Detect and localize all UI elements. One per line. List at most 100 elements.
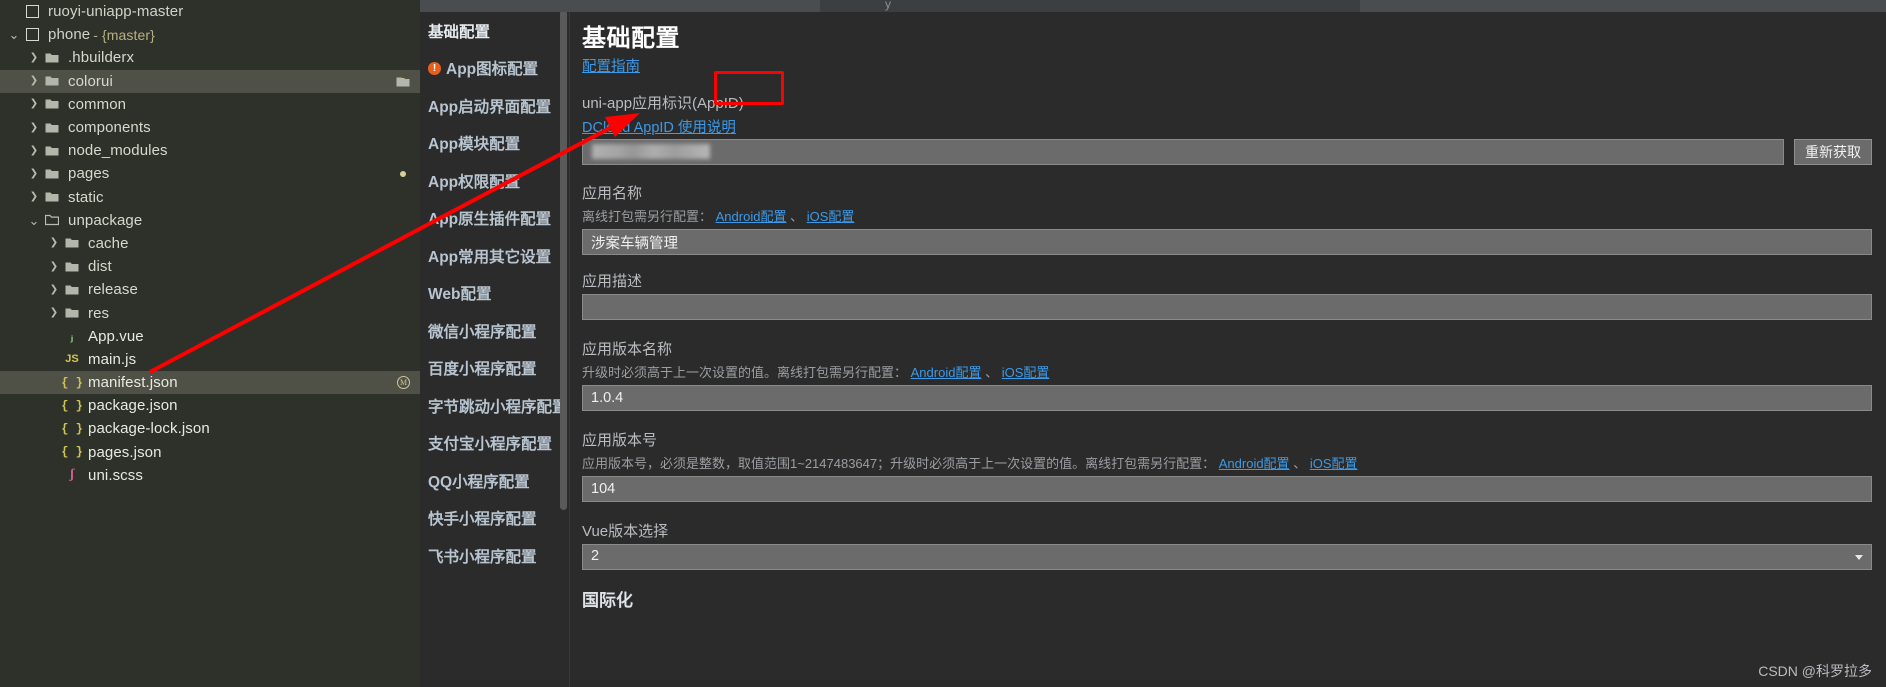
chevron-right-icon[interactable]: ❯ bbox=[26, 76, 42, 86]
tree-item-label: main.js bbox=[88, 350, 137, 368]
folder-icon bbox=[42, 168, 62, 180]
nav-item-label: App启动界面配置 bbox=[428, 98, 552, 116]
version-name-link-separator: 、 bbox=[985, 365, 999, 380]
reveal-folder-icon[interactable] bbox=[396, 75, 410, 92]
version-name-ios-link[interactable]: iOS配置 bbox=[1002, 365, 1050, 380]
config-guide-link[interactable]: 配置指南 bbox=[582, 59, 640, 75]
tree-item-label: pages.json bbox=[88, 443, 162, 461]
tree-row[interactable]: { } package.json bbox=[0, 394, 420, 417]
refetch-appid-button[interactable]: 重新获取 bbox=[1794, 139, 1872, 165]
tree-row[interactable]: ❯ colorui bbox=[0, 69, 420, 93]
tree-row[interactable]: ❯ .hbuilderx bbox=[0, 46, 420, 69]
tree-item-label: uni.scss bbox=[88, 466, 143, 484]
hbuilderx-window: ruoyi-uniapp-master ⌄ phone - {master} ❯ .hb… bbox=[0, 0, 1886, 687]
app-desc-input[interactable] bbox=[582, 294, 1872, 320]
chevron-right-icon[interactable]: ❯ bbox=[46, 238, 62, 248]
tree-row[interactable]: ❯ pages bbox=[0, 162, 420, 185]
nav-item-label: App权限配置 bbox=[428, 173, 521, 191]
modified-dot-indicator bbox=[400, 170, 406, 177]
chevron-right-icon[interactable]: ❯ bbox=[46, 308, 62, 318]
nav-scrollbar[interactable] bbox=[560, 10, 567, 510]
manifest-config-nav-panel: 基础配置 ! App图标配置 App启动界面配置 App模块配置 App权限配置 App原生… bbox=[420, 0, 570, 687]
chevron-right-icon[interactable]: ❯ bbox=[26, 99, 42, 109]
chevron-down-icon[interactable]: ⌄ bbox=[6, 28, 22, 41]
nav-item-6[interactable]: App常用其它设置 bbox=[420, 237, 569, 275]
json-file-icon: { } bbox=[61, 375, 83, 390]
folder-icon bbox=[42, 98, 62, 110]
folder-open-icon bbox=[42, 214, 62, 226]
folder-icon bbox=[42, 122, 62, 134]
chevron-right-icon[interactable]: ❯ bbox=[46, 284, 62, 295]
js-file-icon: JS bbox=[65, 352, 79, 365]
nav-item-2[interactable]: App启动界面配置 bbox=[420, 87, 569, 125]
version-name-hint: 升级时必须高于上一次设置的值。离线打包需另行配置： Android配置 、 iO… bbox=[582, 362, 1872, 381]
project-root-row[interactable]: ruoyi-uniapp-master bbox=[0, 0, 420, 23]
tree-row[interactable]: ❯ cache bbox=[0, 232, 420, 255]
nav-item-11[interactable]: 支付宝小程序配置 bbox=[420, 425, 569, 463]
json-file-icon: { } bbox=[61, 398, 83, 413]
appid-input[interactable] bbox=[582, 139, 1784, 165]
version-name-android-link[interactable]: Android配置 bbox=[911, 365, 982, 380]
nav-item-13[interactable]: 快手小程序配置 bbox=[420, 500, 569, 538]
hbuilder-project-icon bbox=[22, 28, 42, 42]
tab-strip-segment-left[interactable] bbox=[420, 0, 820, 12]
tree-row[interactable]: ❯ components bbox=[0, 116, 420, 139]
tree-row[interactable]: ⱼ App.vue bbox=[0, 325, 420, 348]
nav-item-14[interactable]: 飞书小程序配置 bbox=[420, 537, 569, 575]
chevron-right-icon[interactable]: ❯ bbox=[26, 122, 42, 133]
tree-row[interactable]: { } pages.json bbox=[0, 441, 420, 464]
vue-version-select-wrap[interactable]: 2 bbox=[582, 544, 1872, 570]
tree-row[interactable]: ❯ common bbox=[0, 93, 420, 116]
tab-strip-segment-right[interactable] bbox=[1360, 0, 1886, 12]
app-name-ios-link[interactable]: iOS配置 bbox=[807, 209, 855, 224]
tree-item-label: phone bbox=[48, 26, 91, 44]
nav-item-3[interactable]: App模块配置 bbox=[420, 125, 569, 163]
chevron-down-icon[interactable]: ⌄ bbox=[26, 214, 42, 227]
watermark-text: CSDN @科罗拉多 bbox=[1758, 663, 1872, 679]
version-code-input[interactable] bbox=[582, 476, 1872, 502]
vue-version-select[interactable]: 2 bbox=[582, 544, 1872, 570]
nav-item-9[interactable]: 百度小程序配置 bbox=[420, 350, 569, 388]
basic-config-form: 基础配置 配置指南 uni-app应用标识(AppID) DCloud AppI… bbox=[570, 0, 1886, 687]
version-code-android-link[interactable]: Android配置 bbox=[1219, 456, 1290, 471]
tree-row[interactable]: ⌄ unpackage bbox=[0, 209, 420, 232]
tree-row[interactable]: { } package-lock.json bbox=[0, 417, 420, 440]
nav-item-1[interactable]: ! App图标配置 bbox=[420, 50, 569, 88]
tree-row[interactable]: ❯ static bbox=[0, 186, 420, 209]
chevron-right-icon[interactable]: ❯ bbox=[26, 52, 42, 63]
tree-row[interactable]: { } manifest.json M bbox=[0, 371, 420, 395]
tree-row[interactable]: JS main.js bbox=[0, 348, 420, 371]
tree-item-label: ruoyi-uniapp-master bbox=[48, 3, 184, 21]
dcloud-appid-help-link[interactable]: DCloud AppID 使用说明 bbox=[582, 120, 736, 136]
tree-row[interactable]: ʃ uni.scss bbox=[0, 464, 420, 487]
nav-item-10[interactable]: 字节跳动小程序配置 bbox=[420, 387, 569, 425]
nav-item-label: App原生插件配置 bbox=[428, 211, 552, 229]
nav-item-4[interactable]: App权限配置 bbox=[420, 162, 569, 200]
tree-row[interactable]: ❯ node_modules bbox=[0, 139, 420, 162]
project-root-row[interactable]: ⌄ phone - {master} bbox=[0, 23, 420, 46]
version-name-hint-text: 升级时必须高于上一次设置的值。离线打包需另行配置： bbox=[582, 365, 908, 380]
chevron-right-icon[interactable]: ❯ bbox=[26, 192, 42, 202]
nav-item-12[interactable]: QQ小程序配置 bbox=[420, 462, 569, 500]
chevron-right-icon[interactable]: ❯ bbox=[26, 168, 42, 179]
tree-row[interactable]: ❯ dist bbox=[0, 255, 420, 278]
nav-item-8[interactable]: 微信小程序配置 bbox=[420, 312, 569, 350]
version-name-input[interactable] bbox=[582, 385, 1872, 411]
version-code-field-block: 应用版本号 应用版本号，必须是整数，取值范围1~2147483647；升级时必须… bbox=[582, 429, 1872, 502]
nav-item-5[interactable]: App原生插件配置 bbox=[420, 200, 569, 238]
nav-item-label: 百度小程序配置 bbox=[428, 361, 537, 379]
version-code-ios-link[interactable]: iOS配置 bbox=[1310, 456, 1358, 471]
folder-icon bbox=[42, 191, 62, 203]
nav-item-label: 基础配置 bbox=[428, 23, 491, 41]
app-name-android-link[interactable]: Android配置 bbox=[716, 209, 787, 224]
tree-row[interactable]: ❯ res bbox=[0, 301, 420, 324]
tab-strip-segment-mid[interactable] bbox=[940, 0, 1360, 12]
chevron-right-icon[interactable]: ❯ bbox=[26, 145, 42, 156]
nav-item-0[interactable]: 基础配置 bbox=[420, 12, 569, 50]
app-name-input[interactable] bbox=[582, 229, 1872, 255]
nav-item-7[interactable]: Web配置 bbox=[420, 275, 569, 313]
tree-row[interactable]: ❯ release bbox=[0, 278, 420, 301]
vue-version-field-block: Vue版本选择 2 bbox=[582, 520, 1872, 570]
version-code-hint-text: 应用版本号，必须是整数，取值范围1~2147483647；升级时必须高于上一次设… bbox=[582, 456, 1216, 471]
chevron-right-icon[interactable]: ❯ bbox=[46, 261, 62, 272]
